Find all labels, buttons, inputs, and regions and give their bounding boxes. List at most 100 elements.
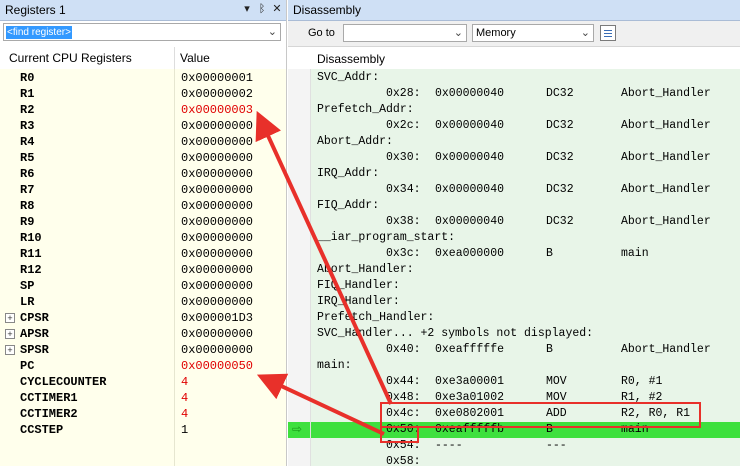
- current-instruction-line[interactable]: 0x50: 0xeafffffb Bmain: [311, 422, 740, 438]
- disassembly-line[interactable]: 0x4c: 0xe0802001 ADD R2, R0, R1: [311, 406, 740, 422]
- disassembly-line[interactable]: 0x2c: 0x00000040 DC32 Abort_Handler: [311, 118, 740, 134]
- register-value[interactable]: 0x00000000: [181, 247, 253, 261]
- register-row[interactable]: R12 0x00000000: [0, 262, 286, 278]
- disassembly-label: SVC_Handler... +2 symbols not displayed:: [317, 327, 594, 340]
- disassembly-line[interactable]: SVC_Addr:: [311, 70, 740, 86]
- disassembly-line[interactable]: 0x30: 0x00000040 DC32 Abort_Handler: [311, 150, 740, 166]
- register-value[interactable]: 0x00000000: [181, 327, 253, 341]
- register-row[interactable]: R4 0x00000000: [0, 134, 286, 150]
- disassembly-line[interactable]: IRQ_Handler:: [311, 294, 740, 310]
- register-row[interactable]: R1 0x00000002: [0, 86, 286, 102]
- register-value[interactable]: 0x00000002: [181, 87, 253, 101]
- chevron-down-icon[interactable]: ⌄: [268, 25, 277, 38]
- expand-icon[interactable]: +: [5, 345, 15, 355]
- disassembly-line[interactable]: FIQ_Addr:: [311, 198, 740, 214]
- disassembly-line[interactable]: 0x54: ---- ---: [311, 438, 740, 454]
- goto-label: Go to: [308, 27, 335, 39]
- register-value[interactable]: 4: [181, 407, 188, 421]
- register-row[interactable]: CCSTEP 1: [0, 422, 286, 438]
- register-value[interactable]: 0x00000000: [181, 183, 253, 197]
- expand-icon[interactable]: +: [5, 329, 15, 339]
- instruction-operands: Abort_Handler: [621, 151, 711, 164]
- disassembly-line[interactable]: 0x3c: 0xea000000 Bmain: [311, 246, 740, 262]
- dropdown-icon[interactable]: ▾: [240, 2, 254, 16]
- disassembly-line[interactable]: Prefetch_Addr:: [311, 102, 740, 118]
- column-divider[interactable]: [174, 47, 175, 69]
- pin-icon[interactable]: ᛒ: [255, 2, 269, 16]
- register-row[interactable]: + APSR 0x00000000: [0, 326, 286, 342]
- register-value[interactable]: 0x00000001: [181, 71, 253, 85]
- register-row[interactable]: R11 0x00000000: [0, 246, 286, 262]
- register-value[interactable]: 4: [181, 391, 188, 405]
- register-row[interactable]: R0 0x00000001: [0, 70, 286, 86]
- register-value[interactable]: 0x00000000: [181, 263, 253, 277]
- register-value[interactable]: 0x00000000: [181, 215, 253, 229]
- register-row[interactable]: SP 0x00000000: [0, 278, 286, 294]
- disassembly-line[interactable]: FIQ_Handler:: [311, 278, 740, 294]
- memory-select[interactable]: Memory ⌄: [472, 24, 594, 42]
- register-value[interactable]: 4: [181, 375, 188, 389]
- goto-combobox[interactable]: ⌄: [343, 24, 467, 42]
- register-value[interactable]: 0x00000000: [181, 151, 253, 165]
- register-name: R1: [20, 87, 35, 101]
- chevron-down-icon[interactable]: ⌄: [581, 26, 590, 39]
- register-row[interactable]: R3 0x00000000: [0, 118, 286, 134]
- expand-icon[interactable]: +: [5, 313, 15, 323]
- register-row[interactable]: + SPSR 0x00000000: [0, 342, 286, 358]
- register-row[interactable]: CCTIMER2 4: [0, 406, 286, 422]
- find-register-combobox[interactable]: <find register> ⌄: [3, 23, 281, 41]
- register-value[interactable]: 0x00000000: [181, 231, 253, 245]
- register-row[interactable]: + CPSR 0x000001D3: [0, 310, 286, 326]
- register-value[interactable]: 0x00000000: [181, 295, 253, 309]
- register-row[interactable]: R10 0x00000000: [0, 230, 286, 246]
- register-value[interactable]: 0x00000003: [181, 103, 253, 117]
- disassembly-line[interactable]: main:: [311, 358, 740, 374]
- column-header-value[interactable]: Value: [180, 51, 210, 65]
- register-row[interactable]: LR 0x00000000: [0, 294, 286, 310]
- close-icon[interactable]: ✕: [270, 2, 284, 16]
- disassembly-pane: Disassembly Go to ⌄ Memory ⌄ Disassembly…: [288, 0, 740, 466]
- disassembly-line[interactable]: Prefetch_Handler:: [311, 310, 740, 326]
- register-row[interactable]: R6 0x00000000: [0, 166, 286, 182]
- registers-titlebar[interactable]: Registers 1 ▾ ᛒ ✕: [0, 0, 286, 21]
- disassembly-line[interactable]: Abort_Addr:: [311, 134, 740, 150]
- register-row[interactable]: PC 0x00000050: [0, 358, 286, 374]
- document-icon[interactable]: [600, 25, 616, 41]
- disassembly-line[interactable]: 0x38: 0x00000040 DC32 Abort_Handler: [311, 214, 740, 230]
- disassembly-line[interactable]: 0x48: 0xe3a01002 MOV R1, #2: [311, 390, 740, 406]
- register-value[interactable]: 0x00000000: [181, 343, 253, 357]
- disassembly-line[interactable]: 0x34: 0x00000040 DC32 Abort_Handler: [311, 182, 740, 198]
- goto-input[interactable]: [346, 26, 446, 40]
- disassembly-line[interactable]: 0x44: 0xe3a00001 MOV R0, #1: [311, 374, 740, 390]
- register-row[interactable]: CYCLECOUNTER 4: [0, 374, 286, 390]
- register-row[interactable]: R7 0x00000000: [0, 182, 286, 198]
- register-row[interactable]: CCTIMER1 4: [0, 390, 286, 406]
- disassembly-label: SVC_Addr:: [317, 71, 380, 84]
- register-value[interactable]: 0x00000000: [181, 119, 253, 133]
- disassembly-line[interactable]: __iar_program_start:: [311, 230, 740, 246]
- register-value[interactable]: 0x000001D3: [181, 311, 253, 325]
- disassembly-line[interactable]: Abort_Handler:: [311, 262, 740, 278]
- disassembly-line[interactable]: SVC_Handler... +2 symbols not displayed:: [311, 326, 740, 342]
- register-value[interactable]: 0x00000000: [181, 167, 253, 181]
- register-value[interactable]: 0x00000050: [181, 359, 253, 373]
- disassembly-listing[interactable]: SVC_Addr: 0x28: 0x00000040 DC32 Abort_Handle…: [311, 69, 740, 466]
- disassembly-gutter[interactable]: ⇨: [288, 69, 311, 466]
- register-row[interactable]: R9 0x00000000: [0, 214, 286, 230]
- instruction-opcode: 0x00000040: [435, 87, 505, 100]
- register-row[interactable]: R2 0x00000003: [0, 102, 286, 118]
- register-value[interactable]: 0x00000000: [181, 135, 253, 149]
- disassembly-line[interactable]: IRQ_Addr:: [311, 166, 740, 182]
- disassembly-line[interactable]: 0x40: 0xeafffffe B Abort_Handler: [311, 342, 740, 358]
- register-value[interactable]: 0x00000000: [181, 199, 253, 213]
- column-header-name[interactable]: Current CPU Registers: [9, 51, 132, 65]
- disassembly-line[interactable]: 0x58:: [311, 454, 740, 466]
- register-value[interactable]: 0x00000000: [181, 279, 253, 293]
- register-row[interactable]: R5 0x00000000: [0, 150, 286, 166]
- registers-pane: Registers 1 ▾ ᛒ ✕ <find register> ⌄ Curr…: [0, 0, 287, 466]
- chevron-down-icon[interactable]: ⌄: [454, 26, 463, 39]
- disassembly-titlebar[interactable]: Disassembly: [288, 0, 740, 21]
- disassembly-line[interactable]: 0x28: 0x00000040 DC32 Abort_Handler: [311, 86, 740, 102]
- register-value[interactable]: 1: [181, 423, 188, 437]
- register-row[interactable]: R8 0x00000000: [0, 198, 286, 214]
